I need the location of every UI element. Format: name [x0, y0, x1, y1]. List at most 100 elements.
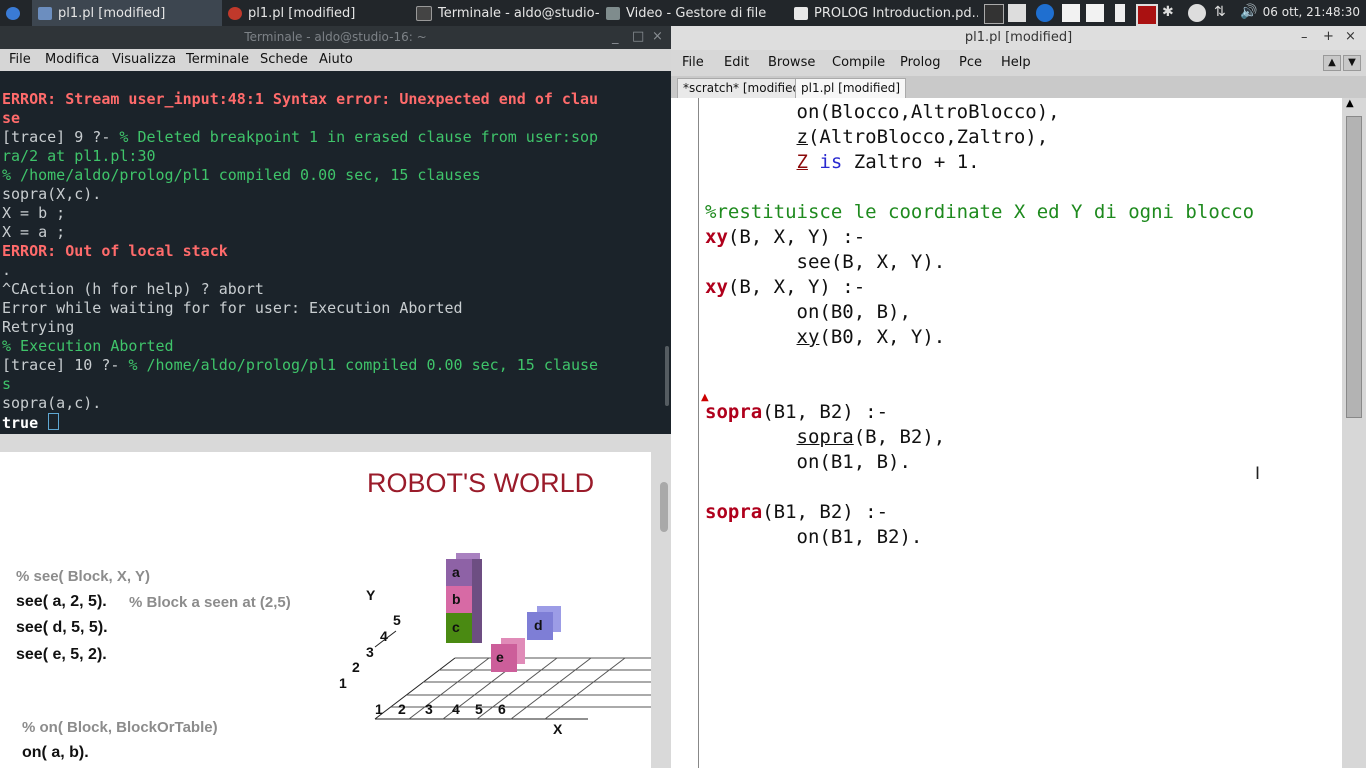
on-comment: % on( Block, BlockOrTable) — [22, 719, 218, 736]
code-line: sopra(B1, B2) :- — [705, 400, 888, 425]
menu-prolog[interactable]: Prolog — [900, 52, 940, 74]
x-tick: 2 — [398, 701, 406, 717]
record-icon[interactable] — [1136, 4, 1158, 26]
document-icon[interactable] — [1062, 4, 1080, 22]
menu-browse[interactable]: Browse — [768, 52, 815, 74]
terminal-icon — [416, 5, 432, 21]
terminal-message: % Deleted breakpoint 1 in erased clause … — [119, 128, 599, 146]
code-operator: is — [819, 151, 843, 173]
code-editor[interactable]: on(Blocco,AltroBlocco), z(AltroBlocco,Za… — [698, 98, 1342, 768]
minimize-icon[interactable]: – — [1301, 30, 1308, 45]
x-tick: 1 — [375, 701, 383, 717]
code-text: (B, X, Y) :- — [727, 276, 866, 298]
network-icon[interactable]: ⇅ — [1214, 4, 1232, 22]
taskbar-item-label: pl1.pl [modified] — [58, 5, 166, 21]
menu-schede[interactable]: Schede — [260, 49, 308, 71]
see-fact: see( e, 5, 2). — [16, 646, 107, 663]
scroll-down-icon[interactable]: ▼ — [1343, 55, 1361, 71]
volume-icon[interactable]: 🔊 — [1240, 4, 1258, 22]
taskbar-item-label: PROLOG Introduction.pd... — [814, 5, 978, 21]
editor-menubar: File Edit Browse Compile Prolog Pce Help… — [671, 50, 1366, 76]
editor-scrollbar[interactable]: ▲ — [1342, 98, 1366, 768]
start-menu-button[interactable] — [0, 0, 30, 26]
terminal-line: se — [2, 109, 21, 127]
terminal-line: sopra(a,c). — [2, 394, 102, 412]
code-line: sopra(B, B2), — [705, 425, 946, 450]
block-c: c — [446, 613, 472, 643]
app-menu-icon — [6, 6, 20, 20]
scrollbar-thumb[interactable] — [665, 346, 669, 406]
code-line: on(B1, B). — [705, 450, 911, 475]
terminal-scrollbar[interactable] — [663, 71, 671, 434]
tab-scratch[interactable]: *scratch* [modified] — [677, 78, 811, 99]
pdf-page[interactable]: ROBOT'S WORLD % see( Block, X, Y) see( a… — [0, 452, 651, 768]
scroll-up-arrow-icon[interactable]: ▲ — [1346, 98, 1354, 109]
terminal-title: Terminale - aldo@studio-16: ~ — [0, 26, 671, 49]
grid-line — [510, 657, 592, 720]
menu-aiuto[interactable]: Aiuto — [319, 49, 353, 71]
terminal-line: true — [0, 413, 663, 432]
block-e: e — [491, 644, 517, 672]
terminal-output[interactable]: ERROR: Stream user_input:48:1 Syntax err… — [0, 71, 663, 453]
menu-file[interactable]: File — [682, 52, 704, 74]
code-predicate: xy — [796, 326, 820, 348]
hp-printer-icon[interactable] — [1036, 4, 1054, 22]
maximize-icon[interactable]: □ — [632, 29, 644, 44]
battery-icon[interactable] — [1115, 4, 1125, 22]
pdf-scrollbar[interactable] — [660, 454, 668, 768]
menu-help[interactable]: Help — [1001, 52, 1031, 74]
code-line: see(B, X, Y). — [705, 250, 946, 275]
code-line: on(Blocco,AltroBlocco), — [705, 100, 1060, 125]
menu-edit[interactable]: Edit — [724, 52, 749, 74]
menu-compile[interactable]: Compile — [832, 52, 885, 74]
terminal-menubar: File Modifica Visualizza Terminale Sched… — [0, 49, 671, 71]
code-predicate: z — [796, 126, 808, 148]
taskbar-item-terminal[interactable]: Terminale - aldo@studio-... — [410, 0, 600, 26]
see-comment: % see( Block, X, Y) — [16, 568, 150, 585]
code-variable: Z — [796, 151, 808, 173]
menu-visualizza[interactable]: Visualizza — [112, 49, 176, 71]
close-icon[interactable]: × — [1345, 29, 1356, 44]
terminal-message: % /home/aldo/prolog/pl1 compiled 0.00 se… — [128, 356, 599, 374]
y-axis-label: Y — [366, 587, 376, 603]
terminal-result: true — [2, 414, 39, 432]
menu-file[interactable]: File — [9, 49, 31, 71]
minimize-icon[interactable]: _ — [612, 30, 619, 45]
taskbar-item-pl1-editor[interactable]: pl1.pl [modified] — [32, 0, 222, 26]
pdf-viewer: ROBOT'S WORLD % see( Block, X, Y) see( a… — [0, 434, 671, 768]
menu-terminale[interactable]: Terminale — [186, 49, 249, 71]
taskbar-item-pdf[interactable]: PROLOG Introduction.pd... — [788, 0, 978, 26]
code-text: see(B, X, Y). — [796, 251, 946, 273]
terminal-line: s — [2, 375, 12, 393]
terminal-launcher-icon[interactable] — [984, 4, 1004, 24]
x-tick: 3 — [425, 701, 433, 717]
menu-pce[interactable]: Pce — [959, 52, 982, 74]
scroll-up-icon[interactable]: ▲ — [1323, 55, 1341, 71]
text-editor-icon[interactable] — [1008, 4, 1026, 22]
block-d: d — [527, 612, 553, 640]
terminal-line: sopra(X,c). — [2, 185, 102, 203]
maximize-icon[interactable]: + — [1323, 29, 1334, 44]
scrollbar-thumb[interactable] — [1346, 116, 1362, 418]
tab-pl1[interactable]: pl1.pl [modified] — [795, 78, 907, 99]
block-stack-side — [472, 559, 482, 643]
clock[interactable]: 06 ott, 21:48:30 — [1263, 5, 1360, 19]
menu-modifica[interactable]: Modifica — [45, 49, 99, 71]
webcam-icon[interactable] — [1188, 4, 1206, 22]
taskbar-item-pl1-other[interactable]: pl1.pl [modified] — [222, 0, 407, 26]
bluetooth-icon[interactable]: ✱ — [1162, 4, 1180, 22]
y-tick: 5 — [393, 612, 401, 628]
terminal-cursor — [48, 413, 60, 430]
grid-line — [544, 657, 626, 720]
scrollbar-thumb[interactable] — [660, 482, 668, 532]
editor-title: pl1.pl [modified] — [671, 26, 1366, 50]
code-line: xy(B, X, Y) :- — [705, 275, 865, 300]
close-icon[interactable]: × — [652, 29, 663, 44]
clipboard-icon[interactable] — [1086, 4, 1104, 22]
taskbar-item-file-manager[interactable]: Video - Gestore di file — [600, 0, 785, 26]
block-b: b — [446, 586, 472, 613]
prolog-icon — [228, 6, 242, 20]
code-line: xy(B0, X, Y). — [705, 325, 946, 350]
x-tick: 5 — [475, 701, 483, 717]
code-text: (B1, B2) :- — [762, 401, 889, 423]
